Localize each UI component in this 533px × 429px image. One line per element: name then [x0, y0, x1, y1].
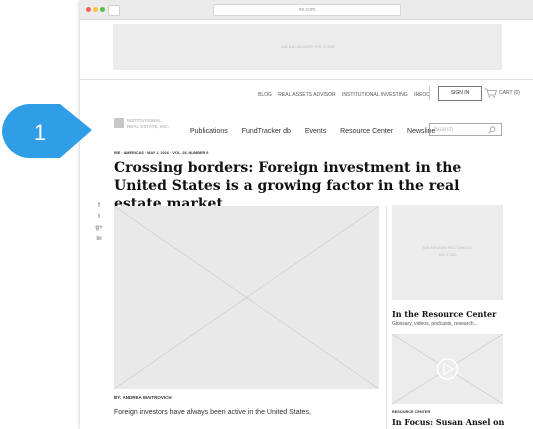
- nav-fundtracker[interactable]: FundTracker db: [242, 128, 291, 135]
- cart-label: CART (0): [499, 90, 520, 96]
- search-icon[interactable]: [488, 126, 496, 134]
- search-input[interactable]: Search: [429, 123, 502, 136]
- step-callout-badge: 1: [2, 104, 92, 159]
- link-institutional-investing[interactable]: INSTITUTIONAL INVESTING: [342, 92, 408, 98]
- cart-icon: [484, 88, 497, 98]
- header-divider: [80, 79, 533, 80]
- google-plus-icon[interactable]: g+: [95, 225, 103, 231]
- sidebar-toggle-button[interactable]: [108, 5, 120, 16]
- minimize-window-button[interactable]: [93, 7, 98, 12]
- link-blog[interactable]: BLOG: [258, 92, 272, 98]
- logo-line1: INSTITUTIONAL: [127, 118, 162, 123]
- article-meta: IRE · AMERICAS · MAY 1, 2016 · VOL. 28, …: [114, 151, 209, 155]
- sign-in-button[interactable]: SIGN IN: [438, 86, 482, 101]
- medium-rectangle-ad: IAB MEDIUM RECTANGLE 300 X 250: [392, 205, 503, 300]
- main-nav: Publications FundTracker db Events Resou…: [190, 128, 447, 135]
- link-real-assets-advisor[interactable]: REAL ASSETS ADVISOR: [278, 92, 335, 98]
- facebook-icon[interactable]: f: [95, 203, 103, 209]
- address-bar[interactable]: ire.com: [213, 4, 401, 16]
- resource-center-subtitle: Glossary, videos, podcasts, research...: [392, 321, 478, 327]
- logo-mark: [114, 118, 124, 128]
- link-ireoc[interactable]: IREOC: [414, 92, 430, 98]
- play-icon[interactable]: [391, 333, 504, 405]
- search-placeholder: Search: [434, 127, 454, 133]
- linkedin-icon[interactable]: in: [95, 236, 103, 242]
- article-byline: BY: ANDREA WAITROVICH: [114, 395, 172, 400]
- maximize-window-button[interactable]: [100, 7, 105, 12]
- nav-publications[interactable]: Publications: [190, 128, 228, 135]
- image-placeholder-icon: [113, 205, 380, 390]
- resource-center-label: RESOURCE CENTER: [392, 410, 431, 414]
- site-logo[interactable]: INSTITUTIONAL REAL ESTATE, INC.: [114, 118, 189, 132]
- ad-label-line1: IAB MEDIUM RECTANGLE: [422, 245, 473, 250]
- logo-line2: REAL ESTATE, INC.: [127, 124, 170, 129]
- callout-number: 1: [34, 120, 46, 145]
- browser-window: ire.com IAB BILLBOARD 970 X 250 BLOG REA…: [80, 0, 533, 429]
- in-focus-title[interactable]: In Focus: Susan Ansel on: [392, 417, 504, 427]
- nav-events[interactable]: Events: [305, 128, 326, 135]
- article-body: Foreign investors have always been activ…: [114, 409, 311, 416]
- column-divider: [386, 206, 387, 429]
- ad-label-line2: 300 X 250: [438, 252, 457, 257]
- resource-center-title[interactable]: In the Resource Center: [392, 309, 496, 319]
- twitter-icon[interactable]: t: [95, 214, 103, 220]
- video-thumbnail[interactable]: [391, 333, 504, 405]
- utility-divider: [429, 86, 430, 100]
- nav-resource-center[interactable]: Resource Center: [340, 128, 393, 135]
- hero-image-placeholder: [113, 205, 380, 390]
- billboard-ad: IAB BILLBOARD 970 X 250: [113, 24, 502, 70]
- utility-nav: BLOG REAL ASSETS ADVISOR INSTITUTIONAL I…: [258, 92, 435, 98]
- close-window-button[interactable]: [86, 7, 91, 12]
- browser-titlebar: ire.com: [80, 0, 533, 20]
- cart-link[interactable]: CART (0): [484, 88, 529, 99]
